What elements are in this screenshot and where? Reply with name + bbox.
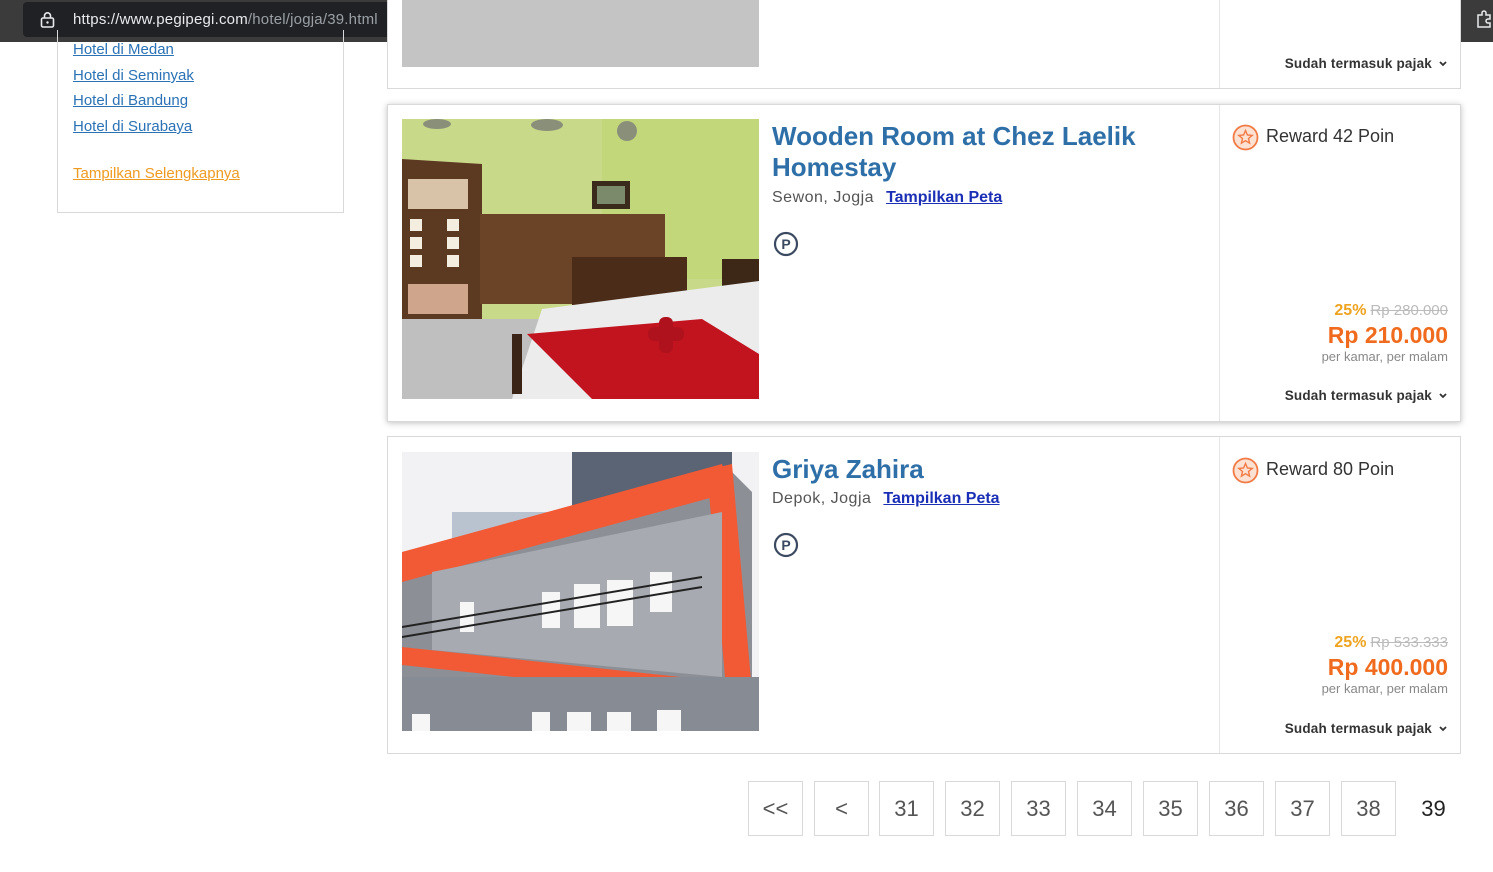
hotel-photo[interactable] <box>402 119 759 399</box>
show-map-link[interactable]: Tampilkan Peta <box>886 189 1002 206</box>
page-button-36[interactable]: 36 <box>1209 781 1264 836</box>
show-more-link[interactable]: Tampilkan Selengkapnya <box>73 165 240 182</box>
tax-info-toggle[interactable]: Sudah termasuk pajak <box>1285 388 1448 403</box>
url-host: https://www.pegipegi.com <box>73 11 248 28</box>
location-text: Depok, Jogja <box>772 490 872 507</box>
page-button-32[interactable]: 32 <box>945 781 1000 836</box>
current-price: Rp 210.000 <box>1327 322 1448 348</box>
tax-label: Sudah termasuk pajak <box>1284 721 1432 736</box>
price-unit: per kamar, per malam <box>1321 349 1448 364</box>
chevron-down-icon <box>1439 393 1447 399</box>
tax-info-toggle[interactable]: Sudah termasuk pajak <box>1285 56 1448 71</box>
hotel-card-previous: Sudah termasuk pajak <box>387 0 1461 89</box>
page-current: 39 <box>1421 796 1446 821</box>
parking-icon: P <box>773 231 799 257</box>
reward-icon <box>1232 457 1259 484</box>
hotel-name-link[interactable]: Wooden Room at Chez Laelik Homestay <box>772 121 1192 183</box>
discount-badge: 25% <box>1334 634 1367 651</box>
hotel-location: Sewon, Jogja Tampilkan Peta <box>772 189 1002 207</box>
price-block: 25% Rp 533.333 Rp 400.000 per kamar, per … <box>1322 634 1448 696</box>
chevron-down-icon <box>1439 61 1447 67</box>
url-text[interactable]: https://www.pegipegi.com/hotel/jogja/39.… <box>73 11 378 28</box>
sidebar-link-bandung[interactable]: Hotel di Bandung <box>73 92 188 109</box>
page-button-38[interactable]: 38 <box>1341 781 1396 836</box>
page-button-33[interactable]: 33 <box>1011 781 1066 836</box>
hotel-name-link[interactable]: Griya Zahira <box>772 454 1192 485</box>
card-divider <box>1219 437 1220 753</box>
reward-points: Reward 42 Poin <box>1266 126 1395 146</box>
page-button-35[interactable]: 35 <box>1143 781 1198 836</box>
lock-icon[interactable] <box>40 11 55 28</box>
svg-text:P: P <box>781 537 790 553</box>
sidebar-link-seminyak[interactable]: Hotel di Seminyak <box>73 67 194 84</box>
location-text: Sewon, Jogja <box>772 189 875 206</box>
reward-points: Reward 80 Poin <box>1266 459 1395 479</box>
price-block: 25% Rp 280.000 Rp 210.000 per kamar, per … <box>1322 302 1448 364</box>
page-first-button[interactable]: << <box>748 781 803 836</box>
url-path: /hotel/jogja/39.html <box>247 11 378 28</box>
page-button-37[interactable]: 37 <box>1275 781 1330 836</box>
svg-text:P: P <box>781 236 790 252</box>
current-price: Rp 400.000 <box>1327 654 1448 680</box>
tax-info-toggle[interactable]: Sudah termasuk pajak <box>1285 721 1448 736</box>
sidebar-link-surabaya[interactable]: Hotel di Surabaya <box>73 118 192 135</box>
discount-badge: 25% <box>1334 302 1367 319</box>
sidebar-link-medan[interactable]: Hotel di Medan <box>73 41 174 58</box>
page-button-31[interactable]: 31 <box>879 781 934 836</box>
parking-icon: P <box>773 532 799 558</box>
hotel-photo[interactable] <box>402 0 759 67</box>
page-prev-button[interactable]: < <box>814 781 869 836</box>
hotel-card[interactable]: Wooden Room at Chez Laelik Homestay Sewo… <box>387 104 1461 422</box>
card-divider <box>1219 0 1220 88</box>
card-divider <box>1219 105 1220 421</box>
hotel-photo[interactable] <box>402 452 759 731</box>
chevron-down-icon <box>1439 726 1447 732</box>
tax-label: Sudah termasuk pajak <box>1284 388 1432 403</box>
reward-icon <box>1232 124 1259 151</box>
price-unit: per kamar, per malam <box>1321 681 1448 696</box>
show-map-link[interactable]: Tampilkan Peta <box>883 490 999 507</box>
hotel-card[interactable]: Griya Zahira Depok, Jogja Tampilkan Peta … <box>387 436 1461 754</box>
original-price: Rp 280.000 <box>1370 302 1448 319</box>
original-price: Rp 533.333 <box>1370 634 1448 651</box>
hotel-location: Depok, Jogja Tampilkan Peta <box>772 490 1000 508</box>
extensions-icon[interactable] <box>1474 9 1493 29</box>
page-button-34[interactable]: 34 <box>1077 781 1132 836</box>
tax-label: Sudah termasuk pajak <box>1284 56 1432 71</box>
